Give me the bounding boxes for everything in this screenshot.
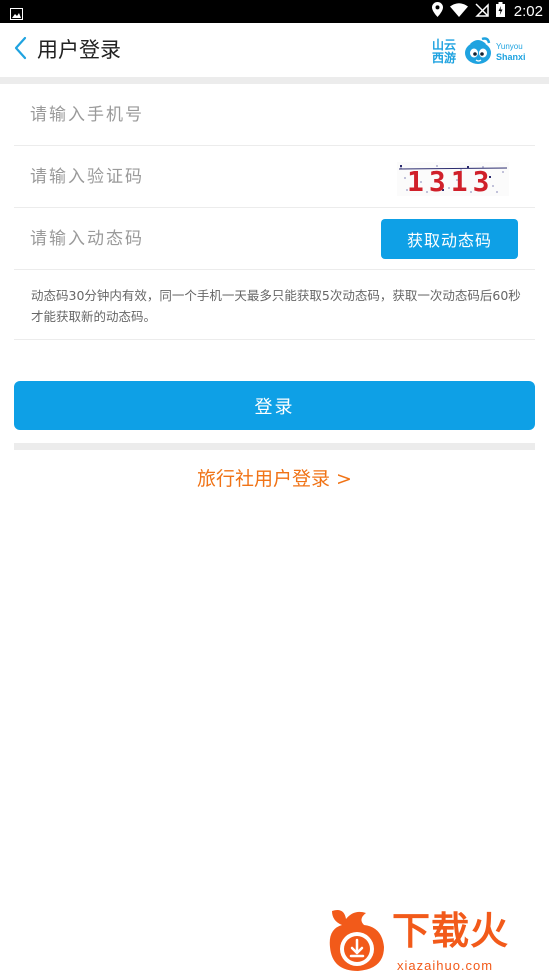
dynamic-code-input[interactable] bbox=[30, 208, 330, 269]
logo-cn-line2: 西游 bbox=[432, 51, 457, 65]
agency-login-link[interactable]: 旅行社用户登录 > bbox=[0, 464, 549, 491]
dynamic-code-row: 获取动态码 bbox=[14, 208, 535, 270]
logo-en-line2: Shanxi bbox=[496, 52, 526, 62]
captcha-text: 1313 bbox=[407, 165, 494, 196]
back-button[interactable] bbox=[6, 35, 34, 65]
header-divider bbox=[0, 77, 549, 84]
status-bar: 2:02 bbox=[0, 0, 549, 23]
phone-row bbox=[14, 84, 535, 146]
no-sim-icon bbox=[474, 2, 489, 21]
section-divider bbox=[14, 443, 535, 450]
status-time: 2:02 bbox=[513, 3, 543, 20]
watermark-text: 下载火 bbox=[392, 909, 510, 953]
captcha-row: 1313 bbox=[14, 146, 535, 208]
app-header: 用户登录 山云 西游 Yunyou Shanxi bbox=[0, 23, 549, 77]
logo-en-line1: Yunyou bbox=[496, 42, 523, 51]
login-button[interactable]: 登录 bbox=[14, 381, 535, 430]
location-icon bbox=[431, 2, 443, 21]
chevron-left-icon bbox=[13, 36, 27, 64]
watermark-url: xiazaihuo.com bbox=[397, 958, 494, 973]
watermark: 下载火 xiazaihuo.com bbox=[322, 903, 549, 976]
battery-icon bbox=[495, 2, 505, 21]
flame-logo-icon bbox=[324, 905, 390, 976]
phone-input[interactable] bbox=[30, 84, 330, 145]
get-code-button[interactable]: 获取动态码 bbox=[381, 219, 518, 259]
captcha-image[interactable]: 1313 bbox=[397, 162, 509, 198]
page-title: 用户登录 bbox=[37, 38, 121, 62]
mascot-icon bbox=[462, 35, 494, 71]
notice-text: 动态码30分钟内有效，同一个手机一天最多只能获取5次动态码，获取一次动态码后60… bbox=[31, 288, 521, 324]
notice-box: 动态码30分钟内有效，同一个手机一天最多只能获取5次动态码，获取一次动态码后60… bbox=[14, 270, 535, 340]
brand-logo: 山云 西游 Yunyou Shanxi bbox=[428, 31, 538, 71]
logo-cn-line1: 山云 bbox=[432, 38, 457, 52]
wifi-icon bbox=[449, 2, 468, 21]
captcha-input[interactable] bbox=[30, 146, 330, 207]
image-icon bbox=[10, 5, 23, 24]
